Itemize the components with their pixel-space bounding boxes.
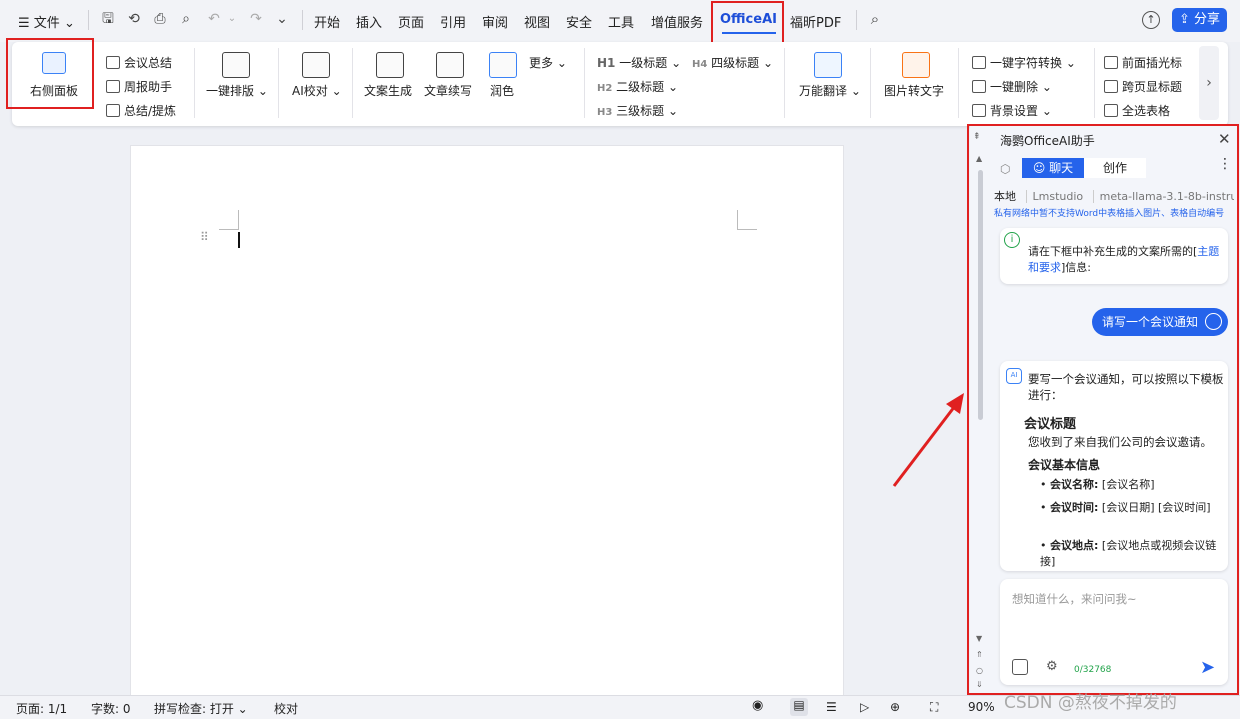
eye-icon[interactable]: ◉ [752, 698, 763, 713]
word-count[interactable]: 字数: 0 [91, 700, 131, 717]
chevron-down-icon[interactable]: ⌄ [274, 11, 290, 27]
print-preview-icon[interactable]: ⌕ [178, 11, 194, 27]
search-icon[interactable]: ⌕ [867, 11, 883, 27]
tab-review[interactable]: 审阅 [482, 12, 508, 31]
save-icon[interactable]: 🖫 [100, 11, 116, 27]
table-icon [1104, 104, 1118, 117]
polish-icon [489, 52, 517, 78]
background-icon [972, 104, 986, 117]
article-continue-button[interactable]: 文章续写 [424, 82, 472, 99]
share-button[interactable]: ⇪ 分享 [1172, 8, 1227, 32]
page-view-icon[interactable]: ▤ [790, 698, 808, 716]
fit-page-icon[interactable]: ⛶ [930, 700, 938, 715]
page-indicator[interactable]: 页面: 1/1 [16, 700, 67, 717]
tab-start[interactable]: 开始 [314, 12, 340, 31]
heading2-button[interactable]: H2 二级标题 ⌄ [597, 78, 678, 95]
one-click-delete-button[interactable]: 一键删除 ⌄ [972, 78, 1052, 95]
highlight-box-right-panel [6, 38, 94, 109]
translate-icon [814, 52, 842, 78]
redo-icon[interactable]: ↷ [248, 11, 264, 27]
report-icon [106, 80, 120, 93]
text-cursor [238, 232, 240, 248]
heading1-button[interactable]: H1 一级标题 ⌄ [597, 54, 681, 71]
convert-icon [972, 56, 986, 69]
zoom-level[interactable]: 90% [968, 700, 995, 714]
margin-corner-top-left [219, 210, 239, 230]
one-click-layout-button[interactable]: 一键排版 ⌄ [206, 82, 268, 99]
proofread-icon [302, 52, 330, 78]
delete-icon [972, 80, 986, 93]
ai-proofread-button[interactable]: AI校对 ⌄ [292, 82, 342, 99]
ribbon: 右侧面板 会议总结 周报助手 总结/提炼 一键排版 ⌄ AI校对 ⌄ 文案生成 … [6, 38, 1228, 126]
format-painter-icon[interactable]: ⟲ [126, 11, 142, 27]
margin-corner-top-right [737, 210, 757, 230]
status-bar: 页面: 1/1 字数: 0 拼写检查: 打开 ⌄ 校对 ◉ ▤ ☰ ▷ ⊕ ⛶ … [0, 693, 1240, 719]
highlight-box-panel [967, 124, 1239, 695]
tab-page[interactable]: 页面 [398, 12, 424, 31]
undo-icon[interactable]: ↶ [206, 11, 222, 27]
weekly-report-button[interactable]: 周报助手 [106, 78, 172, 95]
tab-tools[interactable]: 工具 [608, 12, 634, 31]
copy-generate-button[interactable]: 文案生成 [364, 82, 412, 99]
ribbon-scroll-right-icon[interactable]: › [1199, 46, 1219, 120]
layers-icon [106, 104, 120, 117]
heading3-button[interactable]: H3 三级标题 ⌄ [597, 102, 678, 119]
csdn-watermark: CSDN @熬夜不掉发的 [1004, 693, 1177, 713]
article-continue-icon [436, 52, 464, 78]
file-menu[interactable]: ☰ 文件 ⌄ [18, 12, 75, 31]
background-settings-button[interactable]: 背景设置 ⌄ [972, 102, 1052, 119]
undo-dropdown-icon[interactable]: ⌄ [224, 11, 240, 27]
document-page[interactable]: ⠿ [130, 145, 844, 705]
tab-value-added[interactable]: 增值服务 [651, 12, 703, 31]
more-button[interactable]: 更多 ⌄ [529, 54, 567, 71]
summary-extract-button[interactable]: 总结/提炼 [106, 102, 176, 119]
proofread-status[interactable]: 校对 [274, 700, 298, 717]
cloud-upload-icon[interactable]: ↑ [1142, 11, 1160, 29]
heading4-button[interactable]: H4 四级标题 ⌄ [692, 54, 773, 71]
copy-generate-icon [376, 52, 404, 78]
cross-page-title-button[interactable]: 跨页显标题 [1104, 78, 1182, 95]
universal-translate-button[interactable]: 万能翻译 ⌄ [799, 82, 861, 99]
cursor-icon [1104, 56, 1118, 69]
annotation-arrow [892, 393, 964, 487]
highlight-box-officeai [711, 1, 784, 44]
outline-view-icon[interactable]: ☰ [826, 700, 837, 714]
top-toolbar: ☰ 文件 ⌄ 🖫 ⟲ ⎙ ⌕ ↶ ⌄ ↷ ⌄ 开始 插入 页面 引用 审阅 视图… [0, 0, 1240, 44]
spellcheck-toggle[interactable]: 拼写检查: 打开 ⌄ [154, 700, 248, 717]
doc-icon [106, 56, 120, 69]
tab-view[interactable]: 视图 [524, 12, 550, 31]
char-convert-button[interactable]: 一键字符转换 ⌄ [972, 54, 1076, 71]
layout-icon [222, 52, 250, 78]
tab-foxit-pdf[interactable]: 福昕PDF [790, 12, 841, 31]
front-cursor-button[interactable]: 前面插光标 [1104, 54, 1182, 71]
tab-security[interactable]: 安全 [566, 12, 592, 31]
web-view-icon[interactable]: ⊕ [890, 700, 900, 714]
tab-reference[interactable]: 引用 [440, 12, 466, 31]
drag-handle-icon[interactable]: ⠿ [200, 230, 209, 244]
polish-button[interactable]: 润色 [490, 82, 514, 99]
tab-insert[interactable]: 插入 [356, 12, 382, 31]
table-title-icon [1104, 80, 1118, 93]
print-icon[interactable]: ⎙ [152, 11, 168, 27]
meeting-summary-button[interactable]: 会议总结 [106, 54, 172, 71]
select-all-tables-button[interactable]: 全选表格 [1104, 102, 1170, 119]
image-to-text-icon [902, 52, 930, 78]
image-to-text-button[interactable]: 图片转文字 [884, 82, 944, 99]
play-icon[interactable]: ▷ [860, 700, 869, 714]
